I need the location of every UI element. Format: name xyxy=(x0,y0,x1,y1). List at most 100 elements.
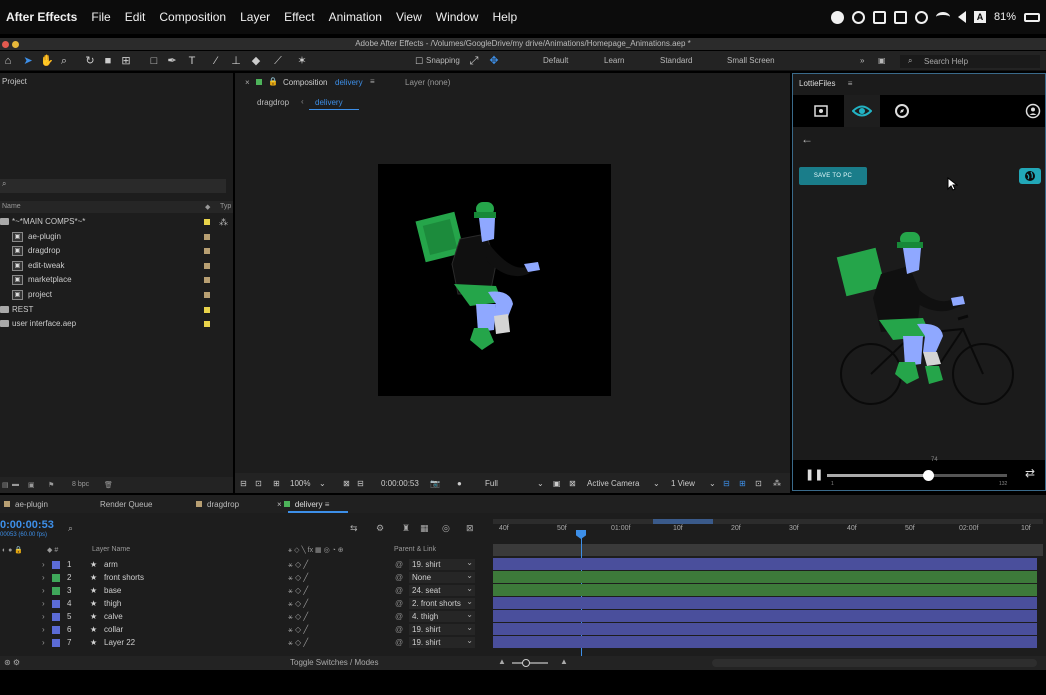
menu-layer[interactable]: Layer xyxy=(240,10,270,24)
layer-duration-bar[interactable] xyxy=(493,597,1037,609)
layer-row[interactable]: › 5 ★ calve ⚹ ◇ ╱ @4. thigh xyxy=(0,609,490,623)
breadcrumb-dragdrop[interactable]: dragdrop xyxy=(257,98,289,107)
motion-blur-icon[interactable]: ◎ xyxy=(442,523,450,534)
menu-animation[interactable]: Animation xyxy=(329,10,382,24)
transparency-toggle-icon[interactable]: ⊠ xyxy=(569,479,576,488)
snapping-checkbox[interactable]: ☐ xyxy=(413,55,425,67)
input-source-icon[interactable]: A xyxy=(973,11,986,23)
layer-label-swatch[interactable] xyxy=(52,613,60,621)
composition-tab-name[interactable]: delivery xyxy=(335,78,363,87)
circle-icon[interactable] xyxy=(851,10,865,24)
interpret-footage-icon[interactable]: ▤ xyxy=(2,481,9,489)
sync-settings-icon[interactable]: ▣ xyxy=(878,56,886,65)
fast-preview-icon[interactable]: ⊞ xyxy=(739,479,746,488)
minimize-window-button[interactable] xyxy=(12,41,19,48)
workspace-small-screen[interactable]: Small Screen xyxy=(727,56,775,65)
lottiefiles-panel-title[interactable]: LottieFiles ≡ xyxy=(793,74,1045,93)
workspace-standard[interactable]: Standard xyxy=(660,56,692,65)
project-comp-item[interactable]: ▣ dragdrop xyxy=(0,244,233,258)
zoom-select[interactable]: 100% xyxy=(290,479,310,488)
more-workspaces-icon[interactable]: » xyxy=(860,56,864,65)
flowchart-view-icon[interactable]: ⁂ xyxy=(773,479,781,488)
zoom-in-icon[interactable]: ▲ xyxy=(560,657,568,666)
layer-name[interactable]: arm xyxy=(104,558,118,571)
pick-whip-icon[interactable]: @ xyxy=(395,623,403,636)
project-search-input[interactable]: ⌕ xyxy=(0,179,226,193)
transparency-grid-icon[interactable]: ⊞ xyxy=(273,479,280,488)
compass-icon[interactable] xyxy=(894,103,910,119)
save-to-pc-button[interactable]: SAVE TO PC xyxy=(799,167,867,185)
label-color-swatch[interactable] xyxy=(204,306,210,313)
camera-snapshot-icon[interactable]: 📷 xyxy=(430,479,440,488)
zoom-out-icon[interactable]: ▲ xyxy=(498,657,506,666)
workspace-learn[interactable]: Learn xyxy=(604,56,624,65)
resolution-dropdown-icon[interactable]: ⌄ xyxy=(537,479,544,488)
view-layout-select[interactable]: 1 View xyxy=(671,479,695,488)
workspace-default[interactable]: Default xyxy=(543,56,568,65)
camera-select[interactable]: Active Camera xyxy=(587,479,639,488)
menu-edit[interactable]: Edit xyxy=(125,10,146,24)
parent-select[interactable]: 24. seat xyxy=(409,583,475,596)
grid-icon[interactable]: ⊟ xyxy=(357,479,364,488)
time-ruler[interactable]: 40f 50f 01:00f 10f 20f 30f 40f 50f 02:00f 10f xyxy=(493,525,1043,539)
user-account-icon[interactable] xyxy=(1025,103,1041,119)
eraser-tool-icon[interactable]: ◆ xyxy=(250,55,262,67)
resolution-select[interactable]: Full xyxy=(485,479,498,488)
layer-duration-bar[interactable] xyxy=(493,623,1037,635)
timeline-link-icon[interactable]: ⊡ xyxy=(755,479,762,488)
layer-duration-bar[interactable] xyxy=(493,636,1037,648)
pause-icon[interactable]: ❚❚ xyxy=(805,468,823,481)
label-color-swatch[interactable] xyxy=(204,262,210,269)
toggle-switches-modes-button[interactable]: Toggle Switches / Modes xyxy=(290,658,379,667)
current-time-display[interactable]: 0:00:00:53 xyxy=(381,479,419,488)
back-arrow-icon[interactable]: ← xyxy=(801,132,813,146)
layer-duration-bar[interactable] xyxy=(493,584,1037,596)
parent-select[interactable]: 19. shirt xyxy=(409,622,475,635)
pan-behind-tool-icon[interactable]: ⊞ xyxy=(120,55,132,67)
pick-whip-icon[interactable]: @ xyxy=(395,571,403,584)
timeline-timecode[interactable]: 0:00:00:53 xyxy=(0,519,54,531)
toggle-pixel-aspect-icon[interactable]: ⊟ xyxy=(723,479,730,488)
layer-duration-bar[interactable] xyxy=(493,610,1037,622)
layer-duration-bar[interactable] xyxy=(493,571,1037,583)
brush-tool-icon[interactable]: ⁄ xyxy=(210,55,222,67)
render-time-icon[interactable]: ⊛ ⚙ xyxy=(4,658,20,667)
layer-name[interactable]: base xyxy=(104,584,121,597)
breadcrumb-delivery[interactable]: delivery xyxy=(315,98,343,107)
parent-select[interactable]: 4. thigh xyxy=(409,609,475,622)
zoom-dropdown-icon[interactable]: ⌄ xyxy=(319,479,326,488)
drive-icon[interactable] xyxy=(893,10,907,24)
volume-icon[interactable] xyxy=(957,11,966,23)
clone-stamp-tool-icon[interactable]: ⊥ xyxy=(230,55,242,67)
preview-tab[interactable] xyxy=(844,95,880,127)
name-column-label[interactable]: Name xyxy=(2,203,21,210)
layer-switches[interactable]: ⚹ ◇ ╱ xyxy=(288,610,308,623)
work-area-bar[interactable] xyxy=(493,519,1043,524)
menu-help[interactable]: Help xyxy=(492,10,517,24)
timeline-zoom-slider[interactable] xyxy=(512,659,548,667)
project-folder[interactable]: *~*MAIN COMPS*~* ⁂ xyxy=(0,215,233,229)
expand-chevron-icon[interactable]: › xyxy=(42,558,45,571)
layer-row[interactable]: › 3 ★ base ⚹ ◇ ╱ @24. seat xyxy=(0,583,490,597)
tab-delivery[interactable]: × delivery ≡ xyxy=(277,500,329,509)
bluetooth-icon[interactable] xyxy=(914,10,928,24)
layer-switches[interactable]: ⚹ ◇ ╱ xyxy=(288,636,308,649)
layer-name[interactable]: Layer 22 xyxy=(104,636,135,649)
close-window-button[interactable] xyxy=(2,41,9,48)
composition-canvas[interactable] xyxy=(378,164,611,396)
menu-window[interactable]: Window xyxy=(436,10,479,24)
preview-upload-icon[interactable] xyxy=(813,103,829,119)
label-column-icon[interactable]: ◆ xyxy=(205,203,210,211)
draft-3d-icon[interactable]: ⚙ xyxy=(376,523,384,534)
zoom-tool-icon[interactable]: ⌕ xyxy=(58,55,70,67)
tab-ae-plugin[interactable]: ae-plugin xyxy=(4,500,48,509)
layer-name[interactable]: collar xyxy=(104,623,123,636)
parent-select[interactable]: 19. shirt xyxy=(409,635,475,648)
pick-whip-icon[interactable]: @ xyxy=(395,584,403,597)
label-color-swatch[interactable] xyxy=(204,277,210,284)
layer-row[interactable]: › 6 ★ collar ⚹ ◇ ╱ @19. shirt xyxy=(0,622,490,636)
project-comp-item[interactable]: ▣ marketplace xyxy=(0,273,233,287)
flowchart-icon[interactable]: ⁂ xyxy=(219,215,228,229)
pen-tool-icon[interactable]: ✒ xyxy=(166,55,178,67)
layer-label-swatch[interactable] xyxy=(52,639,60,647)
